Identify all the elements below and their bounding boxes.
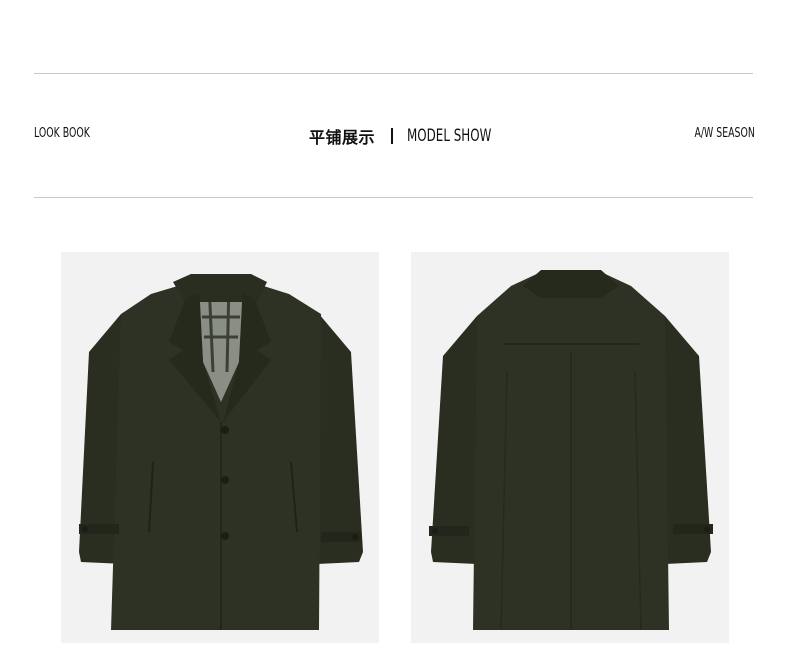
look-book-label: LOOK BOOK	[34, 126, 90, 141]
top-divider	[34, 73, 753, 74]
coat-front-photo	[61, 252, 379, 643]
coat-back-image	[429, 270, 713, 631]
bottom-divider	[34, 197, 753, 198]
section-title-cn: 平铺展示	[309, 128, 376, 147]
coat-back-photo	[411, 252, 729, 643]
season-label: A/W SEASON	[694, 126, 755, 141]
section-title: 平铺展示 MODEL SHOW	[309, 124, 528, 148]
section-title-en: MODEL SHOW	[407, 126, 492, 146]
coat-front-image	[79, 274, 363, 630]
title-separator	[391, 128, 394, 144]
